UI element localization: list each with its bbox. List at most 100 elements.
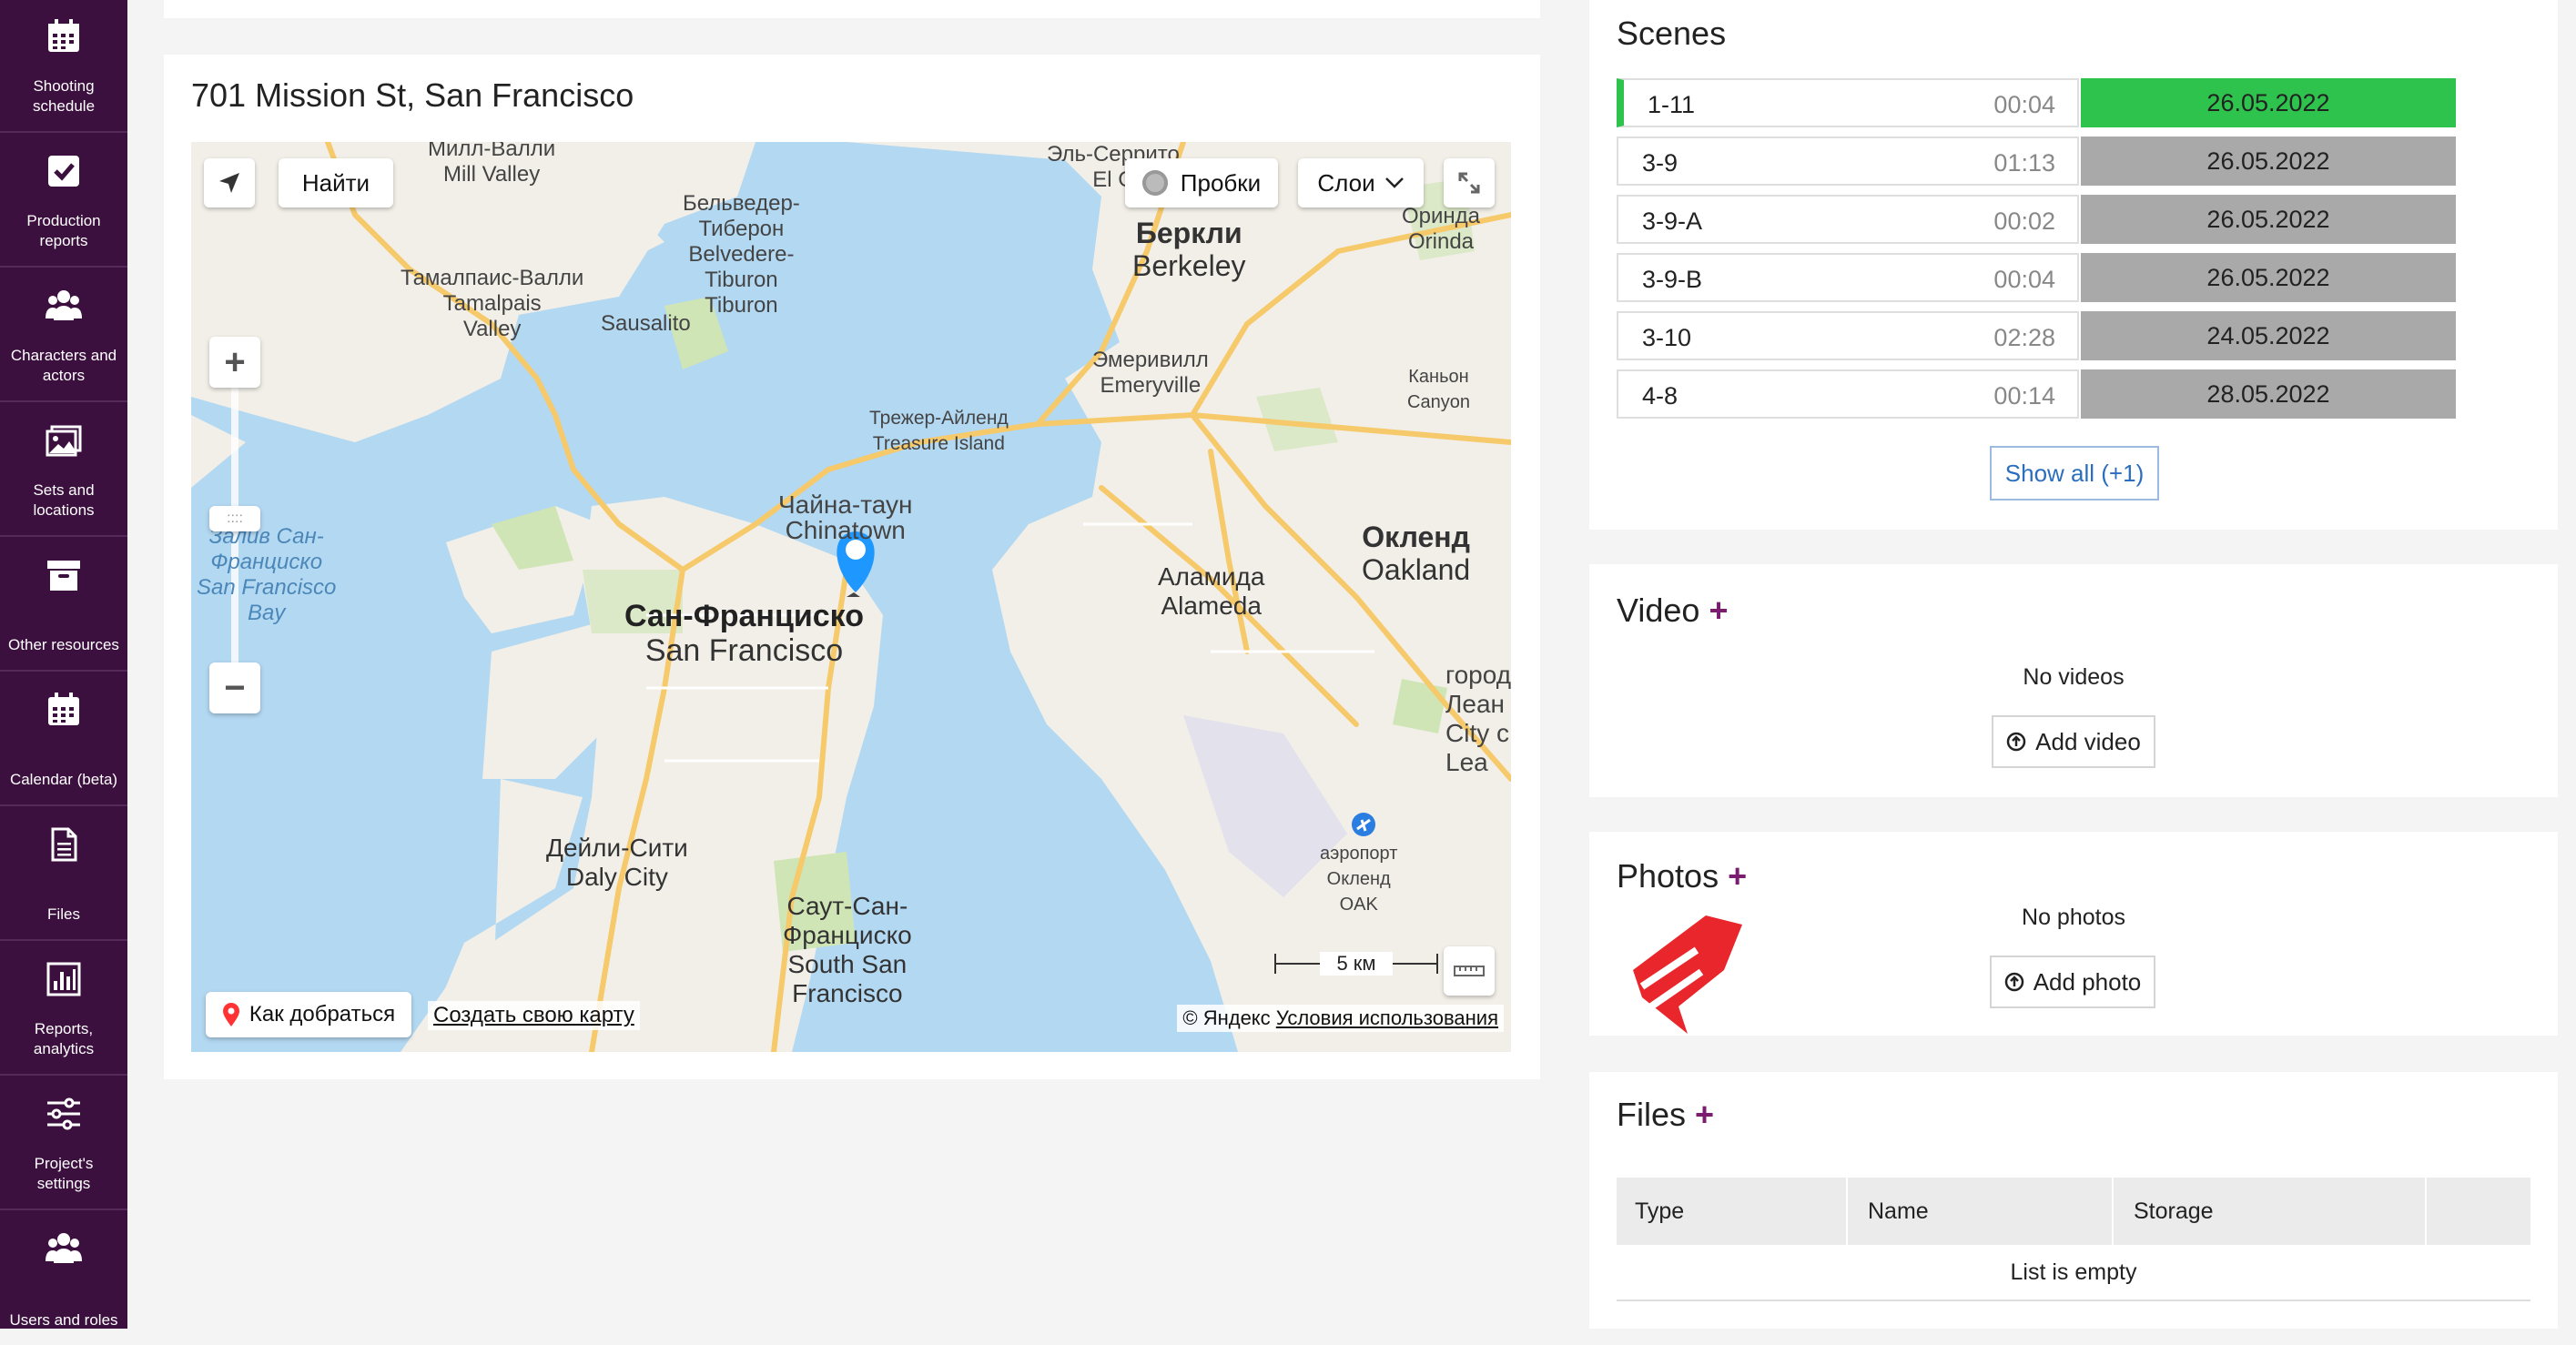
scene-duration: 02:28 <box>1993 324 2055 351</box>
scene-date: 24.05.2022 <box>2081 311 2456 360</box>
map-label: Аламида Alameda <box>1158 562 1265 620</box>
scene-name: 3-9-B <box>1642 266 1703 293</box>
route-button[interactable]: Как добраться <box>206 992 411 1037</box>
zoom-slider-handle[interactable]: :::: <box>209 506 260 531</box>
zoom-out-button[interactable]: − <box>209 662 260 713</box>
sidebar-item-characters-actors[interactable]: Characters and actors <box>0 269 127 402</box>
column-name[interactable]: Name <box>1850 1178 2114 1245</box>
upload-icon <box>2006 732 2026 752</box>
sidebar-item-label: Files <box>47 905 80 923</box>
scene-duration: 00:04 <box>1993 91 2055 118</box>
route-label: Как добраться <box>248 1002 396 1026</box>
column-storage[interactable]: Storage <box>2115 1178 2427 1245</box>
add-video-label: Add video <box>2035 727 2141 755</box>
scene-duration: 01:13 <box>1993 149 2055 177</box>
sidebar-item-label: Characters and actors <box>10 347 117 384</box>
map-label: Дейли-Сити Daly City <box>546 834 688 891</box>
create-map-link[interactable]: Создать свою карту <box>428 1001 640 1030</box>
upload-icon <box>2004 972 2023 992</box>
scene-row[interactable]: 3-9-A 00:02 26.05.2022 <box>1617 195 2456 244</box>
scene-duration: 00:04 <box>1993 266 2055 293</box>
map-label: Окленд Oakland <box>1362 521 1471 586</box>
sidebar-item-label: Users and roles <box>9 1311 118 1329</box>
scene-duration: 00:02 <box>1993 207 2055 235</box>
scene-row[interactable]: 1-11 00:04 26.05.2022 <box>1617 78 2456 127</box>
add-video-button[interactable]: Add video <box>1992 715 2155 768</box>
layers-label: Слои <box>1317 168 1375 197</box>
sidebar-item-other-resources[interactable]: Other resources <box>0 539 127 672</box>
map-label: Трежер-Айленд Treasure Island <box>869 408 1009 454</box>
scene-name: 3-9-A <box>1642 207 1703 235</box>
expand-icon <box>1458 172 1480 194</box>
photos-title: Photos + <box>1617 857 1748 895</box>
add-file-icon[interactable]: + <box>1695 1096 1714 1133</box>
files-table-header: Type Name Storage <box>1617 1178 2530 1245</box>
map-label: Оринда Orinda <box>1402 204 1481 254</box>
map-label: Каньон Canyon <box>1407 367 1470 412</box>
add-photo-icon[interactable]: + <box>1728 857 1747 895</box>
ruler-button[interactable] <box>1444 946 1495 996</box>
sidebar-item-label: Other resources <box>8 636 119 653</box>
files-table-divider <box>1617 1299 2530 1301</box>
ruler-icon <box>1454 966 1485 976</box>
geolocation-button[interactable] <box>204 158 255 207</box>
sidebar-item-production-reports[interactable]: Production reports <box>0 135 127 268</box>
location-pin-icon <box>222 1003 239 1026</box>
scene-row[interactable]: 3-9-B 00:04 26.05.2022 <box>1617 253 2456 302</box>
sliders-icon <box>47 1097 80 1130</box>
video-title: Video + <box>1617 592 1729 629</box>
photo-thumbnail[interactable] <box>1624 906 1751 1043</box>
add-photo-button[interactable]: Add photo <box>1990 956 2155 1008</box>
scene-row[interactable]: 4-8 00:14 28.05.2022 <box>1617 369 2456 419</box>
find-button[interactable]: Найти <box>279 158 393 207</box>
sidebar-item-shooting-schedule[interactable]: Shooting schedule <box>0 0 127 133</box>
map-scale: 5 км <box>1274 952 1438 976</box>
layers-button[interactable]: Слои <box>1298 158 1424 207</box>
scene-row[interactable]: 3-10 02:28 24.05.2022 <box>1617 311 2456 360</box>
sidebar-item-sets-locations[interactable]: Sets and locations <box>0 404 127 537</box>
add-photo-label: Add photo <box>2033 967 2142 996</box>
column-type[interactable]: Type <box>1617 1178 1848 1245</box>
sidebar-item-calendar[interactable]: Calendar (beta) <box>0 673 127 806</box>
scene-row[interactable]: 3-9 01:13 26.05.2022 <box>1617 137 2456 186</box>
scene-name: 3-10 <box>1642 324 1692 351</box>
traffic-button[interactable]: Пробки <box>1125 158 1278 207</box>
previous-card <box>164 0 1540 18</box>
traffic-icon <box>1141 170 1168 196</box>
scene-date: 26.05.2022 <box>2081 195 2456 244</box>
archive-icon <box>47 561 80 591</box>
video-empty-text: No videos <box>2023 664 2125 690</box>
copyright-text: © Яндекс <box>1182 1006 1271 1029</box>
scene-date: 28.05.2022 <box>2081 369 2456 419</box>
sidebar-item-users-roles[interactable]: Users and roles <box>0 1212 127 1345</box>
navigation-arrow-icon <box>219 173 239 193</box>
sidebar-item-project-settings[interactable]: Project's settings <box>0 1077 127 1210</box>
terms-link[interactable]: Условия использования <box>1276 1006 1498 1029</box>
map-label: Эмеривилл Emeryville <box>1092 348 1209 398</box>
chevron-down-icon <box>1384 177 1404 188</box>
add-video-icon[interactable]: + <box>1709 592 1728 629</box>
sidebar-item-files[interactable]: Files <box>0 808 127 941</box>
files-title: Files + <box>1617 1096 1715 1133</box>
sidebar-item-reports-analytics[interactable]: Reports, analytics <box>0 943 127 1076</box>
scene-name: 3-9 <box>1642 149 1678 177</box>
map[interactable]: Милл-Валли Mill Valley Бельведер- Тиберон… <box>191 142 1511 1052</box>
fullscreen-button[interactable] <box>1444 158 1495 207</box>
map-label: Саут-Сан- Франциско South San Francisco <box>783 892 912 1007</box>
airport-icon <box>1352 813 1375 836</box>
people-icon <box>46 1233 82 1263</box>
map-label: Тамалпаис-Валли Tamalpais Valley <box>401 266 584 341</box>
files-empty-text: List is empty <box>2010 1259 2137 1285</box>
scene-date: 26.05.2022 <box>2081 78 2456 127</box>
zoom-in-button[interactable]: + <box>209 337 260 388</box>
show-all-scenes-button[interactable]: Show all (+1) <box>1990 446 2159 501</box>
image-icon <box>46 425 82 457</box>
sidebar-item-label: Reports, analytics <box>33 1020 95 1057</box>
sidebar: Shooting schedule Production reports Cha… <box>0 0 127 1329</box>
bar-chart-icon <box>46 962 81 996</box>
checkbox-icon <box>48 156 79 187</box>
file-icon <box>51 827 77 862</box>
map-label: аэропорт Окленд OAK <box>1320 844 1398 915</box>
map-label: Милл-Валли Mill Valley <box>428 142 556 187</box>
map-label: Беркли Berkeley <box>1132 217 1246 282</box>
